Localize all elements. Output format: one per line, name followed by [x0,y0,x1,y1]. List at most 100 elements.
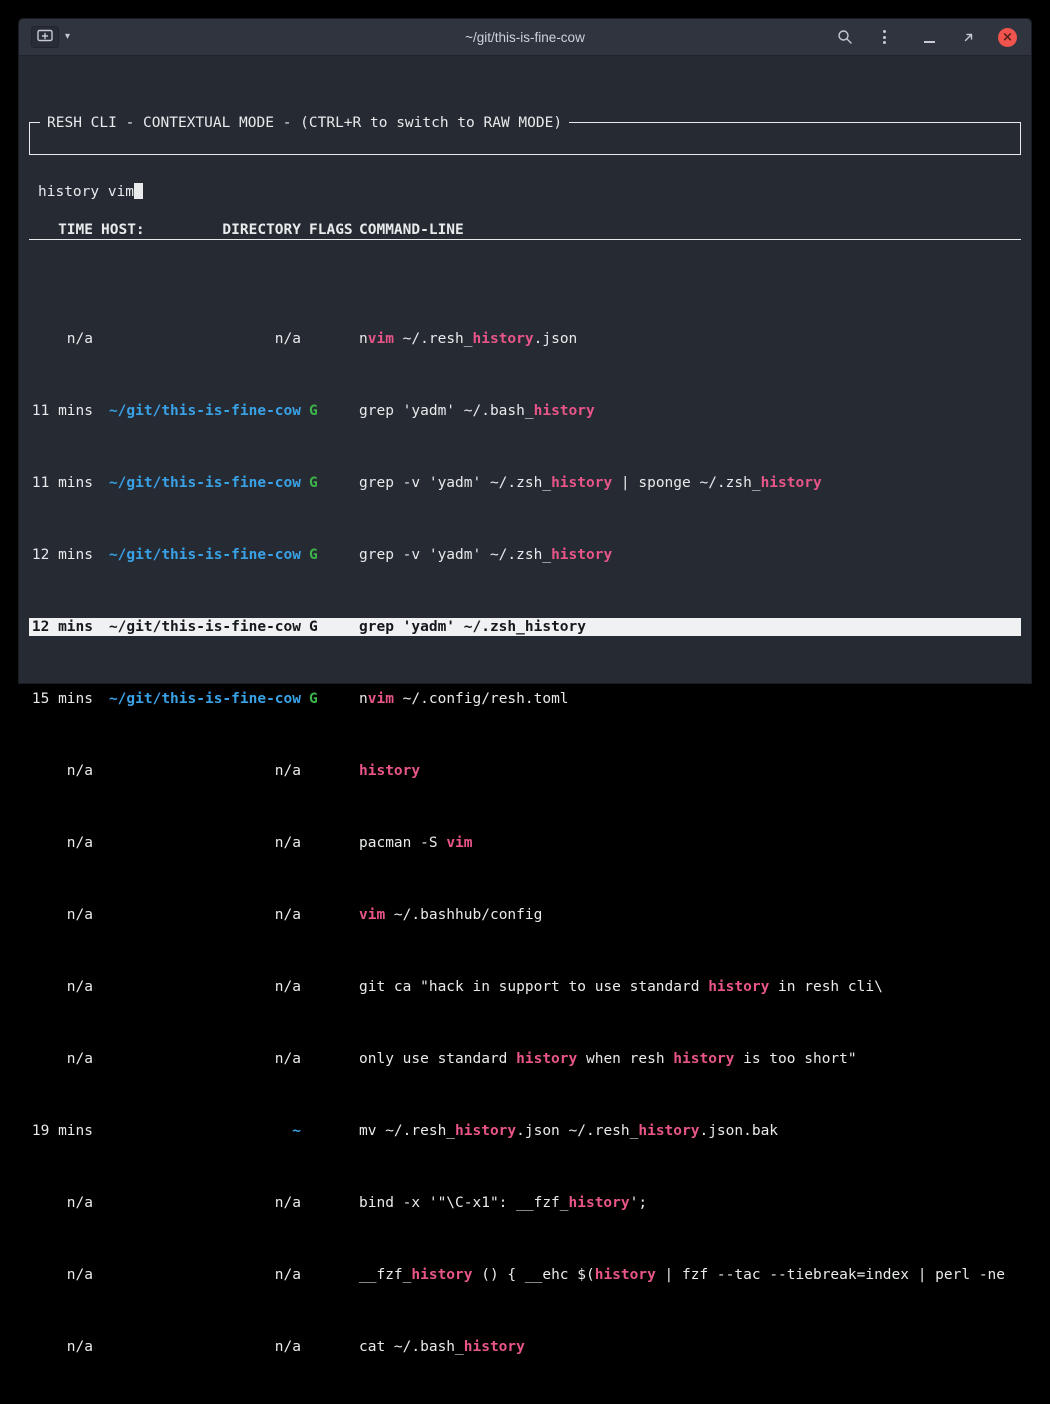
history-row[interactable]: n/a n/a history [29,762,1021,780]
command-match: history [473,331,534,347]
history-rows: n/a n/a nvim ~/.resh_history.json 11 min… [29,294,1021,1404]
history-row[interactable]: n/a n/a pacman -S vim [29,834,1021,852]
history-row[interactable]: 11 mins ~/git/this-is-fine-cow G grep -v… [29,474,1021,492]
search-input[interactable]: history vim [38,183,1012,201]
flags-cell [309,1194,359,1212]
directory-cell: n/a [101,1050,301,1068]
flags-cell: G [309,402,359,420]
command-match: history [525,619,586,635]
flags-cell: G [309,690,359,708]
time-cell: 15 mins [29,690,93,708]
chevron-down-icon[interactable]: ▾ [65,32,70,42]
command-segment: grep -v 'yadm' ~/.zsh_ [359,475,551,491]
command-segment: grep -v 'yadm' ~/.zsh_ [359,547,551,563]
terminal-content: RESH CLI - CONTEXTUAL MODE - (CTRL+R to … [19,56,1031,684]
command-match: history [551,475,612,491]
command-cell: cat ~/.bash_history [359,1338,1021,1356]
command-match: history [411,1267,472,1283]
history-row[interactable]: n/a n/a vim ~/.bashhub/config [29,906,1021,924]
command-segment: | sponge ~/.zsh_ [612,475,760,491]
menu-icon[interactable] [875,28,893,46]
command-match: history [464,1339,525,1355]
command-match: history [595,1267,656,1283]
history-row[interactable]: n/a n/a only use standard history when r… [29,1050,1021,1068]
command-segment: ~/.resh_ [394,331,473,347]
time-cell: n/a [29,762,93,780]
history-row[interactable]: 19 mins ~ mv ~/.resh_history.json ~/.res… [29,1122,1021,1140]
command-match: vim [368,331,394,347]
directory-cell: n/a [101,906,301,924]
time-cell: 11 mins [29,402,93,420]
time-cell: n/a [29,906,93,924]
close-button[interactable]: × [998,28,1017,47]
directory-cell: n/a [101,330,301,348]
directory-cell: ~/git/this-is-fine-cow [101,402,301,420]
flags-cell [309,1122,359,1140]
command-match: vim [446,835,472,851]
command-segment: in resh cli\ [769,979,883,995]
flags-cell [309,906,359,924]
command-segment: '; [630,1195,647,1211]
time-cell: n/a [29,1266,93,1284]
minimize-icon[interactable] [920,28,938,46]
flags-cell: G [309,474,359,492]
titlebar[interactable]: ▾ ~/git/this-is-fine-cow × [19,19,1031,56]
time-cell: 19 mins [29,1122,93,1140]
history-row[interactable]: 12 mins ~/git/this-is-fine-cow G grep 'y… [29,618,1021,636]
command-segment: n [359,691,368,707]
restore-icon[interactable] [959,28,977,46]
command-segment: mv ~/.resh_ [359,1123,455,1139]
history-row[interactable]: n/a n/a git ca "hack in support to use s… [29,978,1021,996]
command-match: vim [359,907,385,923]
command-cell: grep -v 'yadm' ~/.zsh_history | sponge ~… [359,474,1021,492]
history-row[interactable]: 15 mins ~/git/this-is-fine-cow G nvim ~/… [29,690,1021,708]
history-row[interactable]: n/a n/a nvim ~/.resh_history.json [29,330,1021,348]
command-segment: pacman -S [359,835,446,851]
flags-cell [309,1050,359,1068]
directory-cell: ~/git/this-is-fine-cow [101,618,301,636]
history-row[interactable]: n/a n/a bind -x '"\C-x1": __fzf_history'… [29,1194,1021,1212]
command-cell: pacman -S vim [359,834,1021,852]
flags-cell [309,834,359,852]
time-cell: 11 mins [29,474,93,492]
directory-cell: n/a [101,1338,301,1356]
flags-cell [309,762,359,780]
command-segment: when resh [577,1051,673,1067]
close-icon: × [1002,31,1013,44]
history-row[interactable]: n/a n/a __fzf_history () { __ehc $(histo… [29,1266,1021,1284]
flags-cell: G [309,546,359,564]
command-segment: n [359,331,368,347]
command-cell: git ca "hack in support to use standard … [359,978,1021,996]
search-icon[interactable] [836,28,854,46]
time-cell: n/a [29,834,93,852]
command-segment: __fzf_ [359,1267,411,1283]
command-match: vim [368,691,394,707]
command-match: history [455,1123,516,1139]
time-cell: 12 mins [29,546,93,564]
command-cell: grep 'yadm' ~/.zsh_history [359,618,1021,636]
directory-cell: n/a [101,834,301,852]
history-row[interactable]: 12 mins ~/git/this-is-fine-cow G grep -v… [29,546,1021,564]
history-row[interactable]: 11 mins ~/git/this-is-fine-cow G grep 'y… [29,402,1021,420]
history-row[interactable]: n/a n/a cat ~/.bash_history [29,1338,1021,1356]
command-segment: | fzf --tac --tiebreak=index | perl -ne [656,1267,1005,1283]
command-segment: only use standard [359,1051,516,1067]
command-cell: bind -x '"\C-x1": __fzf_history'; [359,1194,1021,1212]
command-segment: git ca "hack in support to use standard [359,979,708,995]
flags-cell [309,978,359,996]
directory-cell: n/a [101,978,301,996]
command-segment: .json ~/.resh_ [516,1123,638,1139]
directory-cell: ~/git/this-is-fine-cow [101,690,301,708]
command-match: history [673,1051,734,1067]
directory-cell: ~ [101,1122,301,1140]
command-cell: nvim ~/.config/resh.toml [359,690,1021,708]
time-cell: n/a [29,330,93,348]
search-query-text: history vim [38,184,134,200]
command-segment: () { __ehc $( [473,1267,595,1283]
new-tab-button[interactable] [31,26,59,48]
command-segment: .json [534,331,578,347]
time-cell: 12 mins [29,618,93,636]
command-cell: grep 'yadm' ~/.bash_history [359,402,1021,420]
directory-cell: n/a [101,762,301,780]
text-cursor [134,183,143,199]
